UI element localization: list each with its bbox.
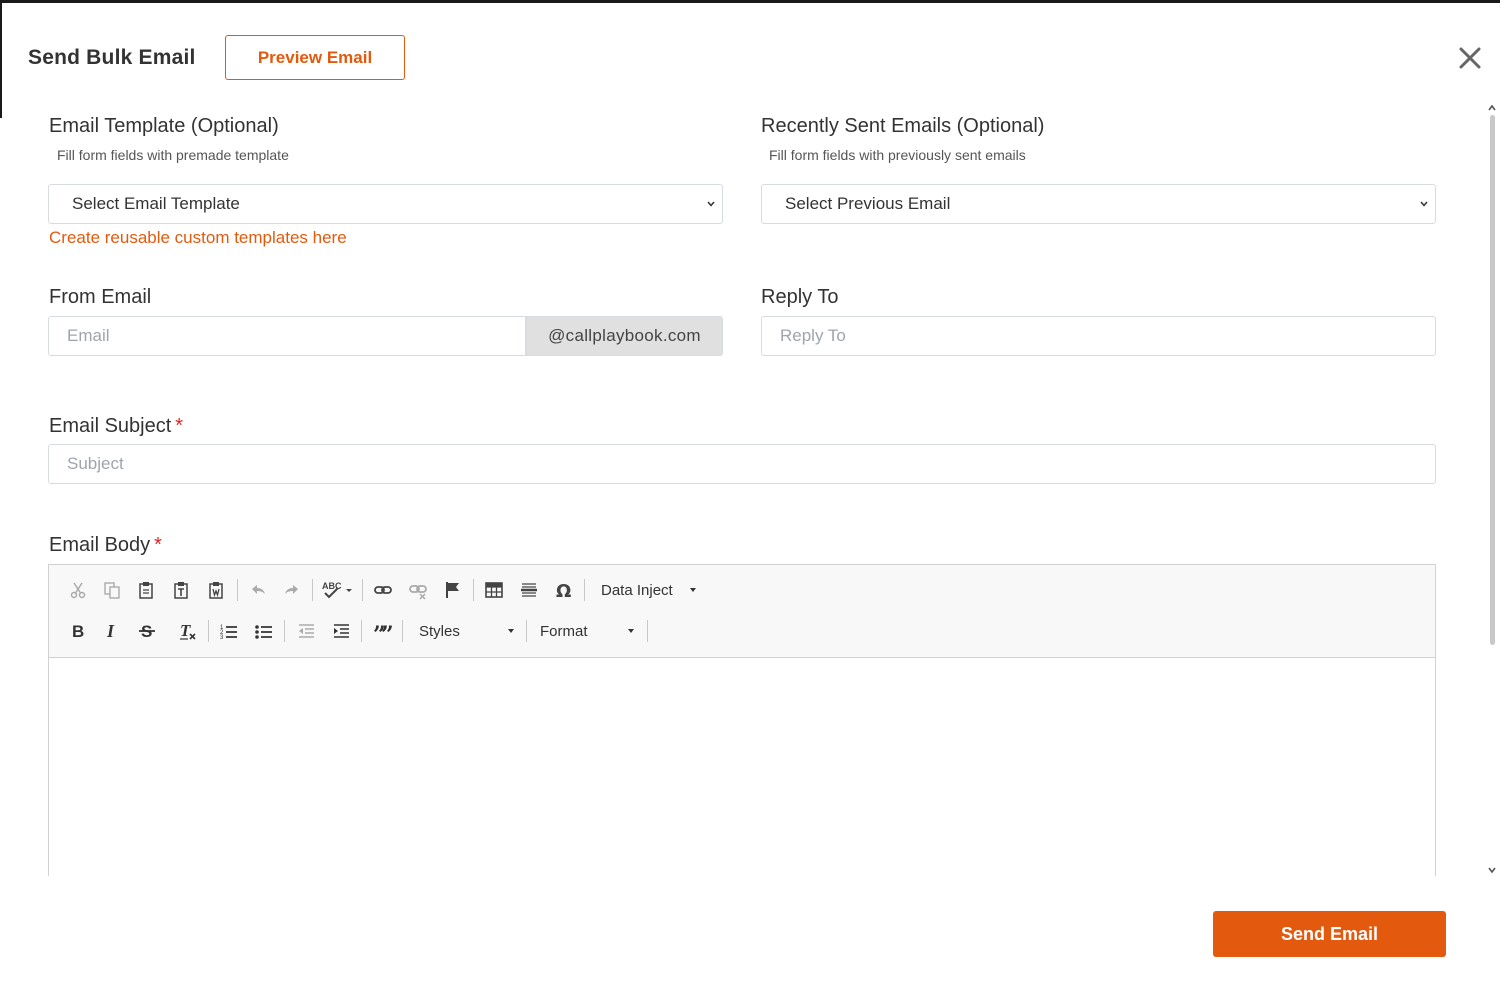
unlink-icon[interactable]: [406, 578, 430, 602]
dropdown-arrow-icon: [628, 629, 634, 633]
from-email-placeholder: Email: [67, 326, 110, 345]
chevron-down-icon: [707, 201, 715, 207]
anchor-flag-icon[interactable]: [441, 578, 465, 602]
spellcheck-icon[interactable]: ABC: [321, 578, 355, 602]
toolbar-separator: [312, 579, 313, 601]
close-icon[interactable]: [1456, 44, 1484, 72]
scroll-up-arrow-icon[interactable]: [1487, 100, 1497, 111]
toolbar-separator: [362, 579, 363, 601]
toolbar-separator: [402, 620, 403, 642]
rich-text-editor: ABC Ω Data Inject B I S T 1 2 3 ” Styles…: [48, 564, 1436, 884]
paste-word-icon[interactable]: [205, 578, 229, 602]
paste-icon[interactable]: [135, 578, 159, 602]
blockquote-icon[interactable]: ””: [370, 619, 394, 643]
previous-email-select[interactable]: Select Previous Email: [761, 184, 1436, 224]
toolbar-separator: [584, 579, 585, 601]
dropdown-arrow-icon: [690, 588, 696, 592]
chevron-down-icon: [1420, 201, 1428, 207]
styles-label: Styles: [419, 622, 460, 640]
reply-to-input[interactable]: Reply To: [761, 316, 1436, 356]
bold-icon[interactable]: B: [66, 619, 90, 643]
remove-format-icon[interactable]: T: [176, 619, 200, 643]
create-templates-link[interactable]: Create reusable custom templates here: [49, 228, 347, 248]
decrease-indent-icon[interactable]: [294, 619, 318, 643]
format-label: Format: [540, 622, 588, 640]
modal-title: Send Bulk Email: [28, 46, 196, 69]
format-dropdown[interactable]: Format: [540, 619, 640, 643]
preview-email-button[interactable]: Preview Email: [225, 35, 405, 80]
email-body-label-text: Email Body: [49, 534, 151, 556]
toolbar-separator: [526, 620, 527, 642]
email-template-select[interactable]: Select Email Template: [48, 184, 723, 224]
data-inject-dropdown[interactable]: Data Inject: [601, 578, 701, 602]
window-top-border: [0, 0, 1500, 3]
strikethrough-icon[interactable]: S: [135, 619, 159, 643]
window-left-border: [0, 0, 2, 118]
link-icon[interactable]: [371, 578, 395, 602]
svg-text:Ω: Ω: [556, 581, 571, 600]
bulleted-list-icon[interactable]: [252, 619, 276, 643]
svg-text:T: T: [180, 621, 191, 640]
increase-indent-icon[interactable]: [329, 619, 353, 643]
toolbar-separator: [237, 579, 238, 601]
toolbar-separator: [473, 579, 474, 601]
required-asterisk: *: [175, 415, 184, 437]
email-body-label: Email Body *: [49, 534, 162, 557]
email-body-editor-area[interactable]: [49, 658, 1435, 883]
recent-emails-help: Fill form fields with previously sent em…: [769, 147, 1026, 163]
email-domain-addon: @callplaybook.com: [526, 316, 723, 356]
copy-icon[interactable]: [100, 578, 124, 602]
table-icon[interactable]: [482, 578, 506, 602]
required-asterisk: *: [154, 534, 162, 556]
email-template-selected: Select Email Template: [72, 194, 240, 213]
toolbar-separator: [284, 620, 285, 642]
svg-text:I: I: [106, 621, 115, 641]
recent-emails-label: Recently Sent Emails (Optional): [761, 115, 1045, 137]
dropdown-arrow-icon: [508, 629, 514, 633]
from-email-input[interactable]: Email: [48, 316, 526, 356]
svg-text:ABC: ABC: [322, 581, 342, 591]
svg-text:3: 3: [220, 635, 224, 641]
send-email-button[interactable]: Send Email: [1213, 911, 1446, 957]
email-template-label: Email Template (Optional): [49, 115, 279, 137]
toolbar-separator: [208, 620, 209, 642]
paste-text-icon[interactable]: [170, 578, 194, 602]
data-inject-label: Data Inject: [601, 581, 673, 599]
svg-text:B: B: [72, 622, 84, 641]
reply-to-label: Reply To: [761, 286, 839, 308]
toolbar-separator: [361, 620, 362, 642]
cut-icon[interactable]: [66, 578, 90, 602]
email-subject-label: Email Subject *: [49, 415, 183, 438]
horizontal-line-icon[interactable]: [517, 578, 541, 602]
previous-email-selected: Select Previous Email: [785, 194, 951, 213]
from-email-label: From Email: [49, 286, 152, 308]
scroll-down-arrow-icon[interactable]: [1487, 862, 1497, 874]
italic-icon[interactable]: I: [100, 619, 124, 643]
subject-placeholder: Subject: [67, 454, 124, 473]
styles-dropdown[interactable]: Styles: [419, 619, 519, 643]
reply-to-placeholder: Reply To: [780, 326, 846, 345]
scrollbar-thumb[interactable]: [1490, 115, 1495, 645]
email-subject-input[interactable]: Subject: [48, 444, 1436, 484]
editor-toolbar: ABC Ω Data Inject B I S T 1 2 3 ” Styles…: [49, 565, 1435, 658]
redo-icon[interactable]: [280, 578, 304, 602]
numbered-list-icon[interactable]: 123: [217, 619, 241, 643]
svg-text:”: ”: [381, 622, 392, 641]
undo-icon[interactable]: [246, 578, 270, 602]
toolbar-separator: [647, 620, 648, 642]
email-subject-label-text: Email Subject: [49, 415, 172, 437]
special-character-omega-icon[interactable]: Ω: [552, 578, 576, 602]
email-template-help: Fill form fields with premade template: [57, 147, 289, 163]
